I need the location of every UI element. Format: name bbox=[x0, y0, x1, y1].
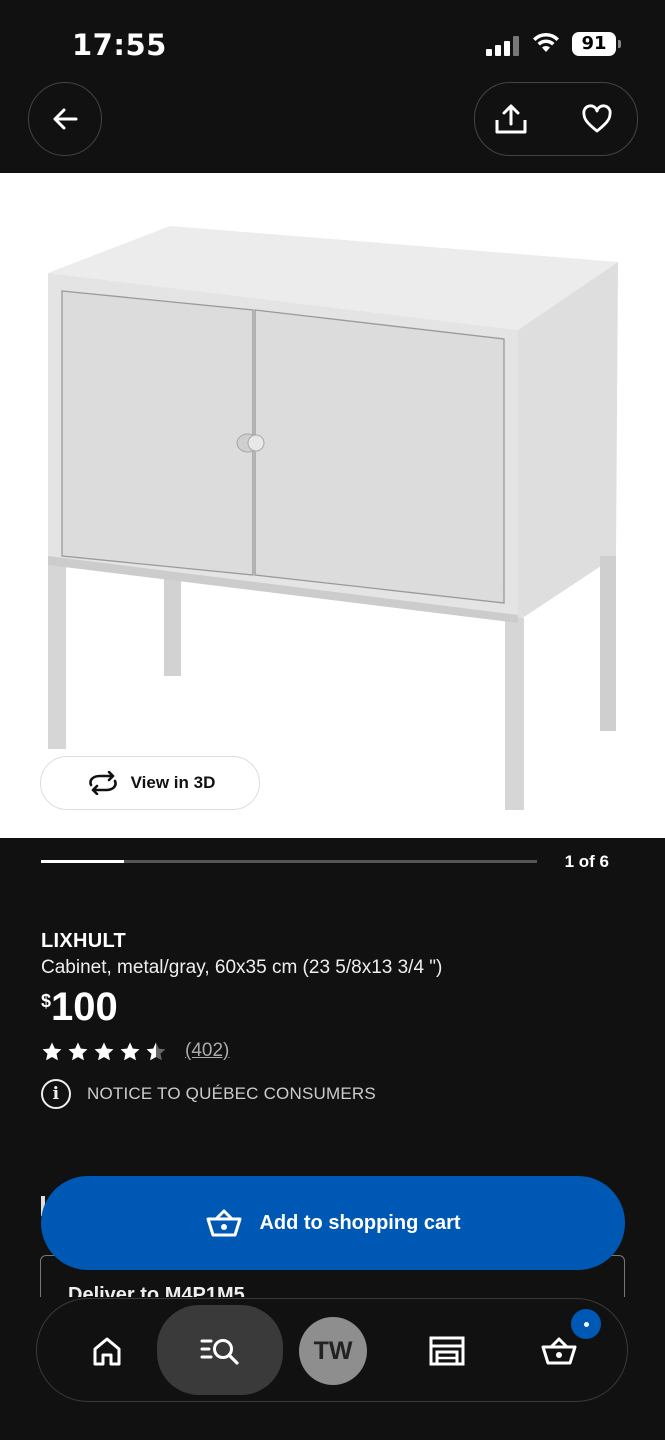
action-pill bbox=[474, 82, 638, 156]
favorite-button[interactable] bbox=[575, 97, 619, 141]
product-price: $ 100 bbox=[41, 986, 118, 1028]
status-bar: 17:55 91 bbox=[0, 0, 665, 80]
shopping-basket-icon bbox=[541, 1337, 577, 1365]
wifi-icon bbox=[533, 32, 559, 52]
carousel-progress-fill bbox=[41, 860, 124, 863]
arrow-left-icon bbox=[53, 108, 78, 130]
status-time: 17:55 bbox=[72, 28, 167, 62]
price-currency: $ bbox=[41, 991, 52, 1011]
quebec-notice[interactable]: i NOTICE TO QUÉBEC CONSUMERS bbox=[41, 1079, 376, 1109]
battery-tip bbox=[618, 40, 621, 48]
star-icon bbox=[94, 1042, 114, 1060]
cabinet-image bbox=[48, 226, 618, 810]
product-rating[interactable]: (402) bbox=[41, 1040, 229, 1062]
cart-badge bbox=[571, 1309, 601, 1339]
rating-stars bbox=[41, 1041, 167, 1062]
rotate-3d-icon bbox=[88, 771, 117, 795]
product-image[interactable]: View in 3D bbox=[0, 173, 665, 838]
star-icon bbox=[146, 1042, 166, 1060]
search-list-icon bbox=[200, 1339, 239, 1365]
review-count-link[interactable]: (402) bbox=[185, 1040, 229, 1062]
star-icon bbox=[120, 1042, 140, 1060]
cart-icon bbox=[206, 1209, 242, 1237]
nav-profile[interactable]: TW bbox=[299, 1309, 367, 1393]
price-amount: 100 bbox=[51, 985, 118, 1029]
star-icon bbox=[42, 1042, 62, 1060]
info-icon: i bbox=[41, 1079, 71, 1109]
add-to-cart-label: Add to shopping cart bbox=[259, 1211, 461, 1234]
view-in-3d-button[interactable]: View in 3D bbox=[40, 756, 260, 810]
nav-search[interactable] bbox=[157, 1305, 283, 1395]
battery-icon: 91 bbox=[572, 32, 616, 56]
nav-stores[interactable] bbox=[417, 1309, 477, 1393]
carousel-progress-track bbox=[41, 860, 537, 863]
product-name: LIXHULT bbox=[41, 930, 127, 952]
share-icon bbox=[495, 104, 527, 134]
bottom-nav: TW bbox=[36, 1298, 628, 1402]
share-button[interactable] bbox=[489, 97, 533, 141]
carousel-counter: 1 of 6 bbox=[564, 852, 609, 871]
product-description: Cabinet, metal/gray, 60x35 cm (23 5/8x13… bbox=[41, 957, 443, 978]
quebec-notice-label: NOTICE TO QUÉBEC CONSUMERS bbox=[87, 1084, 376, 1103]
heart-icon bbox=[582, 104, 612, 133]
signal-icon bbox=[486, 34, 520, 56]
back-button[interactable] bbox=[28, 82, 102, 156]
store-icon bbox=[429, 1336, 465, 1366]
view-in-3d-label: View in 3D bbox=[130, 773, 216, 792]
nav-home[interactable] bbox=[77, 1309, 137, 1393]
add-to-cart-button[interactable]: Add to shopping cart bbox=[41, 1176, 625, 1270]
image-carousel-indicator: 1 of 6 bbox=[41, 848, 631, 878]
profile-avatar: TW bbox=[299, 1317, 367, 1385]
top-nav bbox=[0, 80, 665, 173]
star-icon bbox=[68, 1042, 88, 1060]
home-icon bbox=[93, 1337, 121, 1366]
